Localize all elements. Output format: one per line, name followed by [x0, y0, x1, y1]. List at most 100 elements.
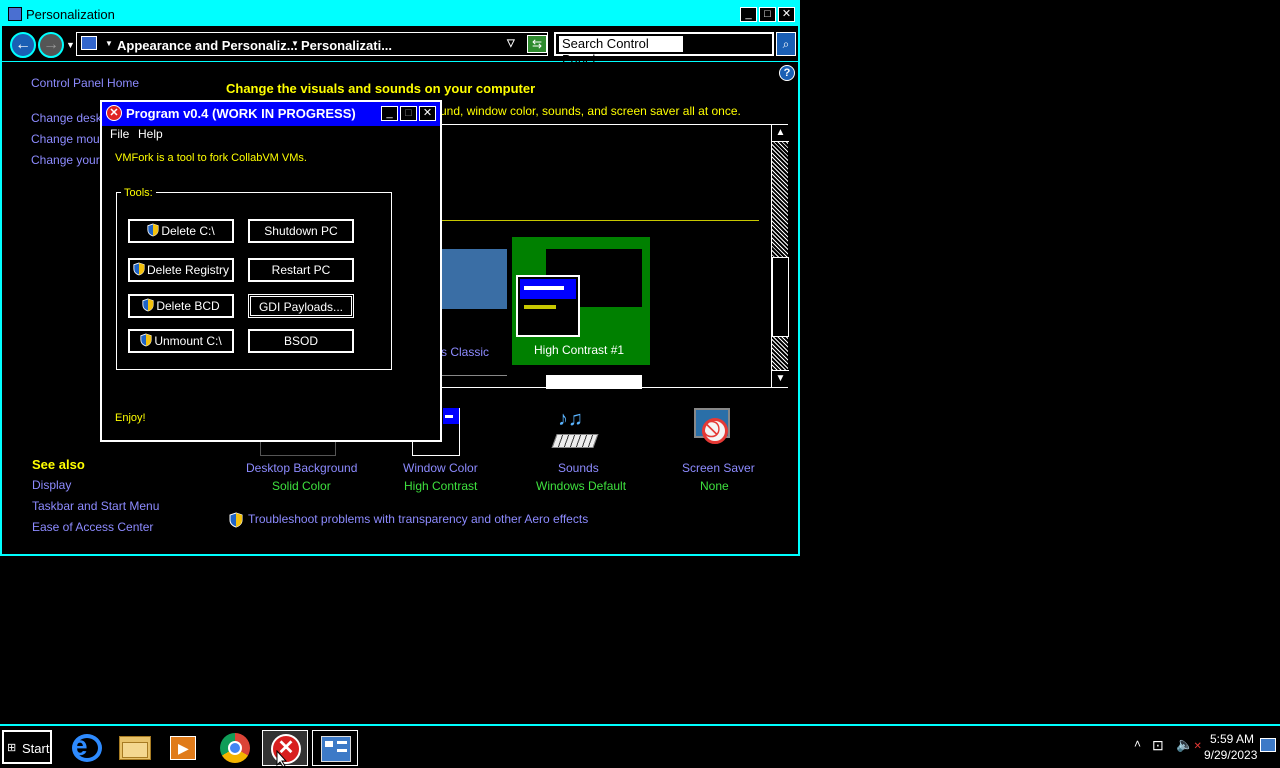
program-dialog: ✕ Program v0.4 (WORK IN PROGRESS) _ □ ✕ … [100, 100, 442, 442]
breadcrumb-arrow-icon: ▼ [291, 39, 299, 48]
breadcrumb-appearance[interactable]: Appearance and Personaliz... [117, 38, 298, 53]
search-icon[interactable]: ⌕ [776, 32, 796, 56]
forward-button[interactable]: → [38, 32, 64, 58]
network-icon[interactable]: ⊡ [1152, 737, 1164, 754]
uac-shield-icon [140, 333, 152, 347]
start-label: Start [22, 741, 50, 756]
window-app-icon [8, 7, 22, 21]
sidebar-link-account-picture[interactable]: Change your a [31, 153, 110, 167]
media-player-icon[interactable]: ▶ [160, 730, 206, 766]
windows-logo-icon: ⊞ [7, 742, 17, 754]
theme-section-divider [439, 220, 759, 221]
control-panel-icon [81, 36, 97, 50]
sounds-value: Windows Default [536, 479, 627, 493]
refresh-button[interactable]: ⇆ [527, 35, 547, 53]
see-also-taskbar-link[interactable]: Taskbar and Start Menu [32, 499, 159, 513]
window-titlebar[interactable]: Personalization _ □ ✕ [2, 2, 798, 26]
desktop-background-icon[interactable] [260, 440, 336, 456]
show-hidden-icons-icon[interactable]: ˄ [1134, 737, 1141, 751]
sounds-label[interactable]: Sounds [558, 461, 599, 475]
delete-c-label: Delete C:\ [161, 224, 215, 238]
clock-time[interactable]: 5:59 AM [1210, 732, 1254, 746]
page-subheading: und, window color, sounds, and screen sa… [440, 104, 741, 118]
maximize-button[interactable]: □ [759, 7, 776, 22]
uac-shield-icon [147, 223, 159, 237]
delete-bcd-label: Delete BCD [156, 299, 220, 313]
dialog-close-button[interactable]: ✕ [419, 106, 436, 121]
theme-scrollbar[interactable]: ▲ ▼ [771, 125, 789, 387]
help-icon[interactable]: ? [779, 65, 795, 81]
restart-pc-label: Restart PC [271, 263, 331, 277]
tools-group-label: Tools: [121, 187, 156, 199]
bsod-button[interactable]: BSOD [248, 329, 354, 353]
search-field[interactable]: Search Control Panel [554, 32, 774, 67]
menu-file[interactable]: File [110, 127, 129, 141]
theme-next-partial-thumb [546, 375, 642, 389]
start-button[interactable]: ⊞ Start [2, 730, 52, 764]
screen-saver-icon[interactable]: ⃠ [690, 406, 742, 454]
dialog-minimize-button[interactable]: _ [381, 106, 398, 121]
unmount-c-button[interactable]: Unmount C:\ [128, 329, 234, 353]
see-also-display-link[interactable]: Display [32, 478, 71, 492]
delete-registry-button[interactable]: Delete Registry [128, 258, 234, 282]
hc-preview-window [516, 275, 580, 337]
bsod-label: BSOD [283, 334, 318, 348]
dialog-titlebar[interactable]: ✕ Program v0.4 (WORK IN PROGRESS) _ □ ✕ [102, 102, 440, 126]
control-panel-home-link[interactable]: Control Panel Home [31, 76, 139, 90]
theme-high-contrast-1-label[interactable]: High Contrast #1 [534, 343, 624, 357]
screen-saver-label[interactable]: Screen Saver [682, 461, 755, 475]
shutdown-pc-button[interactable]: Shutdown PC [248, 219, 354, 243]
unmount-c-label: Unmount C:\ [154, 334, 222, 348]
gdi-payloads-label: GDI Payloads... [258, 300, 344, 314]
show-desktop-button[interactable] [1260, 738, 1276, 752]
page-heading: Change the visuals and sounds on your co… [226, 81, 536, 96]
dialog-description: VMFork is a tool to fork CollabVM VMs. [115, 152, 307, 164]
delete-registry-label: Delete Registry [146, 263, 230, 277]
dialog-title: Program v0.4 (WORK IN PROGRESS) [126, 106, 356, 121]
dialog-maximize-button[interactable]: □ [400, 106, 417, 121]
dialog-footer: Enjoy! [115, 412, 146, 424]
chrome-icon[interactable] [212, 730, 258, 766]
internet-explorer-icon[interactable]: e [64, 730, 110, 766]
control-panel-taskbar-button[interactable] [312, 730, 358, 766]
clock-date[interactable]: 9/29/2023 [1204, 748, 1257, 762]
restart-pc-button[interactable]: Restart PC [248, 258, 354, 282]
address-dropdown-icon[interactable]: ▽ [507, 38, 515, 49]
window-title: Personalization [26, 7, 115, 22]
delete-bcd-button[interactable]: Delete BCD [128, 294, 234, 318]
shutdown-pc-label: Shutdown PC [264, 224, 338, 238]
address-bar: ← → ▼ ▼ Appearance and Personaliz... ▼ P… [2, 28, 798, 67]
breadcrumb-personalization[interactable]: Personalizati... [301, 38, 392, 53]
history-dropdown-icon[interactable]: ▼ [66, 40, 75, 50]
desktop-background-label[interactable]: Desktop Background [246, 461, 357, 475]
scroll-up-icon[interactable]: ▲ [772, 125, 789, 142]
theme-high-contrast-1[interactable]: High Contrast #1 [512, 237, 650, 365]
back-button[interactable]: ← [10, 32, 36, 58]
minimize-button[interactable]: _ [740, 7, 757, 22]
sounds-icon[interactable]: ♪♫ [551, 408, 600, 454]
theme-classic-partial-thumb [441, 375, 507, 389]
volume-muted-icon[interactable]: 🔈✕ [1176, 736, 1202, 753]
file-explorer-icon[interactable] [112, 730, 158, 766]
shield-icon [229, 512, 243, 528]
uac-shield-icon [142, 298, 154, 312]
delete-c-button[interactable]: Delete C:\ [128, 219, 234, 243]
troubleshoot-aero-link[interactable]: Troubleshoot problems with transparency … [248, 512, 588, 526]
see-also-ease-of-access-link[interactable]: Ease of Access Center [32, 520, 153, 534]
menu-help[interactable]: Help [138, 127, 163, 141]
address-box[interactable]: ▼ Appearance and Personaliz... ▼ Persona… [76, 32, 548, 56]
breadcrumb-arrow-icon: ▼ [105, 39, 113, 48]
scroll-thumb[interactable] [772, 257, 789, 337]
search-input[interactable]: Search Control Panel [559, 36, 683, 67]
window-color-label[interactable]: Window Color [403, 461, 478, 475]
screen-saver-value: None [700, 479, 729, 493]
uac-shield-icon [133, 262, 145, 276]
hc-preview-title-bar [520, 279, 576, 299]
error-icon: ✕ [106, 105, 122, 121]
desktop-background-value: Solid Color [272, 479, 331, 493]
scroll-down-icon[interactable]: ▼ [772, 370, 789, 387]
theme-classic-label[interactable]: s Classic [441, 345, 489, 359]
gdi-payloads-button[interactable]: GDI Payloads... [248, 294, 354, 318]
theme-classic-preview[interactable] [441, 249, 507, 309]
close-button[interactable]: ✕ [778, 7, 795, 22]
